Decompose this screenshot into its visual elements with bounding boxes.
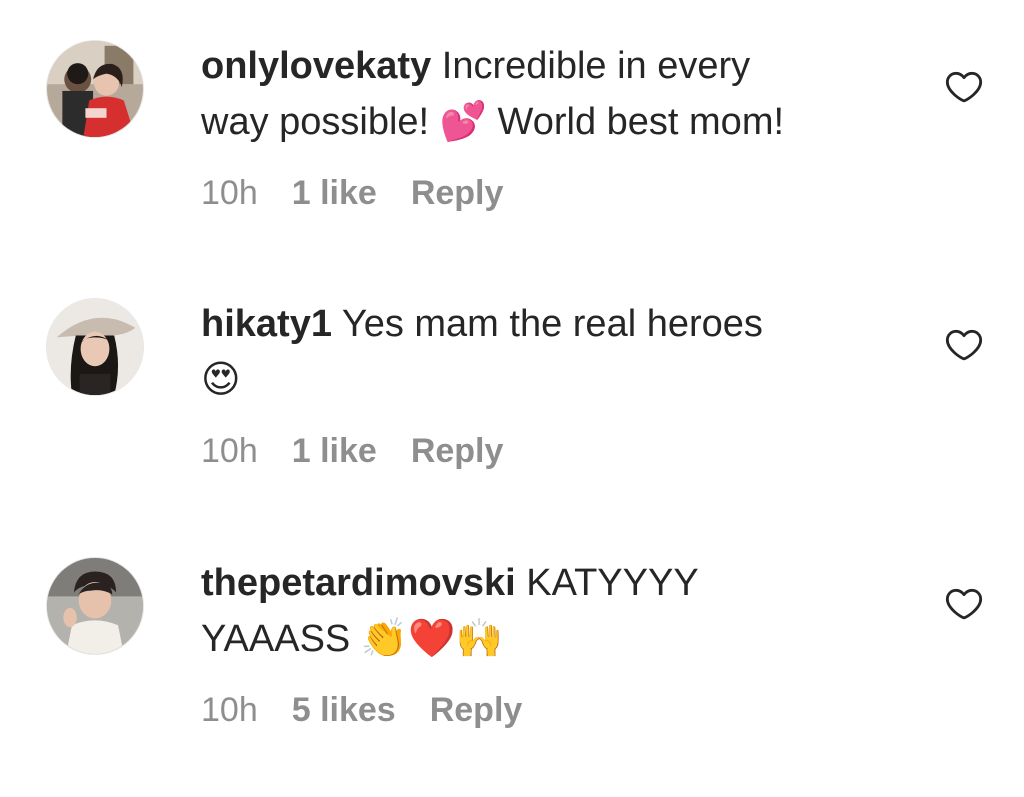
reply-button[interactable]: Reply [411, 432, 504, 470]
comment-text-block: hikaty1 Yes mam the real heroes 😍 [201, 296, 901, 408]
comment-time: 10h [201, 691, 258, 729]
comment-likes[interactable]: 5 likes [292, 691, 396, 729]
heart-outline-icon[interactable] [944, 584, 984, 624]
comment-username[interactable]: thepetardimovski [201, 562, 516, 604]
avatar-photo-icon [47, 41, 143, 137]
comment-item: onlylovekaty Incredible in every way pos… [0, 30, 1024, 230]
avatar-photo-icon [47, 299, 143, 395]
heart-outline-icon[interactable] [944, 325, 984, 365]
avatar[interactable] [46, 298, 144, 396]
avatar-photo-icon [47, 558, 143, 654]
comment-text-block: thepetardimovski KATYYYY YAAASS 👏❤️🙌 [201, 555, 901, 667]
avatar[interactable] [46, 40, 144, 138]
comment-username[interactable]: onlylovekaty [201, 45, 431, 87]
comment-meta: 10h 1 like Reply [201, 173, 503, 213]
comment-meta: 10h 1 like Reply [201, 431, 503, 471]
reply-button[interactable]: Reply [411, 174, 504, 212]
comments-list: onlylovekaty Incredible in every way pos… [0, 0, 1024, 797]
comment-item: hikaty1 Yes mam the real heroes 😍 10h 1 l… [0, 288, 1024, 488]
comment-username[interactable]: hikaty1 [201, 303, 332, 345]
avatar[interactable] [46, 557, 144, 655]
comment-likes[interactable]: 1 like [292, 174, 377, 212]
comment-item: thepetardimovski KATYYYY YAAASS 👏❤️🙌 10h… [0, 547, 1024, 747]
comment-time: 10h [201, 432, 258, 470]
comment-meta: 10h 5 likes Reply [201, 690, 522, 730]
comment-likes[interactable]: 1 like [292, 432, 377, 470]
comment-time: 10h [201, 174, 258, 212]
heart-outline-icon[interactable] [944, 67, 984, 107]
comment-text-block: onlylovekaty Incredible in every way pos… [201, 38, 901, 150]
reply-button[interactable]: Reply [430, 691, 523, 729]
